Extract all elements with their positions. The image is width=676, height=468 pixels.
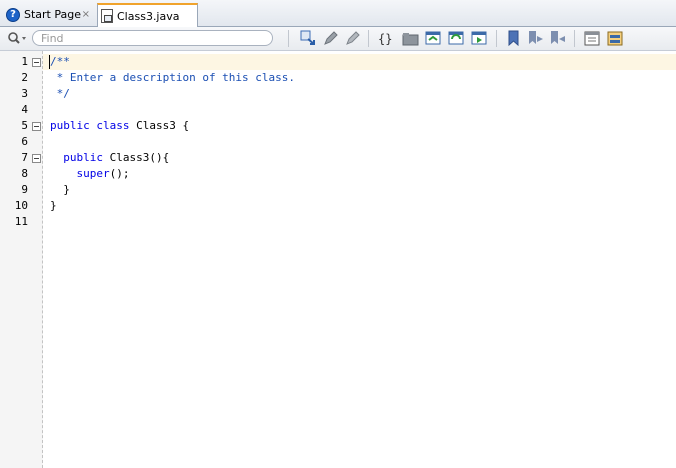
code-line[interactable]: 6 — [0, 134, 676, 150]
line-number: 6 — [21, 135, 28, 148]
code-line[interactable]: 8 super(); — [0, 166, 676, 182]
code-line[interactable]: 11 — [0, 214, 676, 230]
fold-toggle-icon[interactable] — [32, 154, 41, 163]
code-text: super(); — [50, 166, 129, 182]
line-number: 11 — [14, 215, 28, 228]
code-line[interactable]: 2 * Enter a description of this class. — [0, 70, 676, 86]
toggle-panel-icon[interactable] — [607, 30, 624, 47]
code-line[interactable]: 10} — [0, 198, 676, 214]
tab-label: Start Page — [24, 8, 81, 21]
code-line[interactable]: 4 — [0, 102, 676, 118]
tab-start-page[interactable]: ? Start Page × — [3, 3, 95, 26]
toolbar-separator — [368, 30, 369, 47]
help-icon: ? — [6, 7, 20, 22]
line-number: 7 — [21, 151, 28, 164]
folder-icon[interactable] — [402, 30, 419, 47]
line-number: 4 — [21, 103, 28, 116]
line-number: 5 — [21, 119, 28, 132]
bookmark-icon[interactable] — [505, 30, 522, 47]
fold-toggle-icon[interactable] — [32, 122, 41, 131]
close-icon[interactable]: × — [82, 9, 90, 20]
window-green-icon[interactable] — [425, 30, 442, 47]
code-token: */ — [50, 87, 70, 100]
find-input[interactable] — [32, 30, 273, 46]
code-line[interactable]: 9 } — [0, 182, 676, 198]
line-number: 10 — [14, 199, 28, 212]
code-text: } — [50, 198, 57, 214]
line-number: 9 — [21, 183, 28, 196]
tab-label: Class3.java — [117, 9, 180, 23]
editor-toolbar: {} — [0, 27, 676, 51]
toolbar-separator — [574, 30, 575, 47]
toolbar-separator — [496, 30, 497, 47]
code-text: public Class3(){ — [50, 150, 169, 166]
code-token: Class3 { — [136, 119, 190, 132]
code-token: /** — [50, 55, 70, 68]
code-text: * Enter a description of this class. — [50, 70, 295, 86]
previous-bookmark-icon[interactable] — [549, 30, 566, 47]
code-text: */ — [50, 86, 70, 102]
search-icon[interactable] — [7, 31, 29, 47]
line-number: 2 — [21, 71, 28, 84]
line-number: 3 — [21, 87, 28, 100]
editor-tab-bar: ? Start Page × Class3.java — [0, 0, 676, 27]
code-text: /** — [50, 54, 70, 70]
text-caret — [49, 55, 50, 69]
code-line[interactable]: 1 /** — [0, 54, 676, 70]
comment-window-icon[interactable] — [584, 30, 601, 47]
next-bookmark-icon[interactable] — [527, 30, 544, 47]
code-line[interactable]: 5 public class Class3 { — [0, 118, 676, 134]
line-number: 8 — [21, 167, 28, 180]
code-token: (); — [109, 167, 130, 180]
code-text: } — [50, 182, 70, 198]
code-token: public class — [50, 119, 137, 132]
braces-icon[interactable]: {} — [377, 30, 394, 47]
refresh-window-icon[interactable] — [448, 30, 465, 47]
code-token: super — [50, 167, 110, 180]
code-token: * Enter a description of this class. — [50, 71, 296, 84]
line-number: 1 — [21, 55, 28, 68]
fold-toggle-icon[interactable] — [32, 58, 41, 67]
toolbar-separator — [288, 30, 289, 47]
pen-alt-icon[interactable] — [344, 30, 361, 47]
go-to-source-icon[interactable] — [300, 30, 317, 47]
tab-class3-java[interactable]: Class3.java — [97, 3, 198, 27]
code-line[interactable]: 7 public Class3(){ — [0, 150, 676, 166]
code-editor[interactable]: 1 /** 2 * Enter a description of this clas… — [0, 51, 676, 468]
code-token: } — [50, 183, 70, 196]
code-text: public class Class3 { — [50, 118, 189, 134]
svg-text:{}: {} — [378, 32, 392, 46]
code-token: public — [50, 151, 110, 164]
pen-icon[interactable] — [322, 30, 339, 47]
code-token: } — [50, 199, 57, 212]
java-file-icon — [101, 9, 113, 23]
run-window-icon[interactable] — [471, 30, 488, 47]
code-token: Class3(){ — [109, 151, 170, 164]
code-line[interactable]: 3 */ — [0, 86, 676, 102]
